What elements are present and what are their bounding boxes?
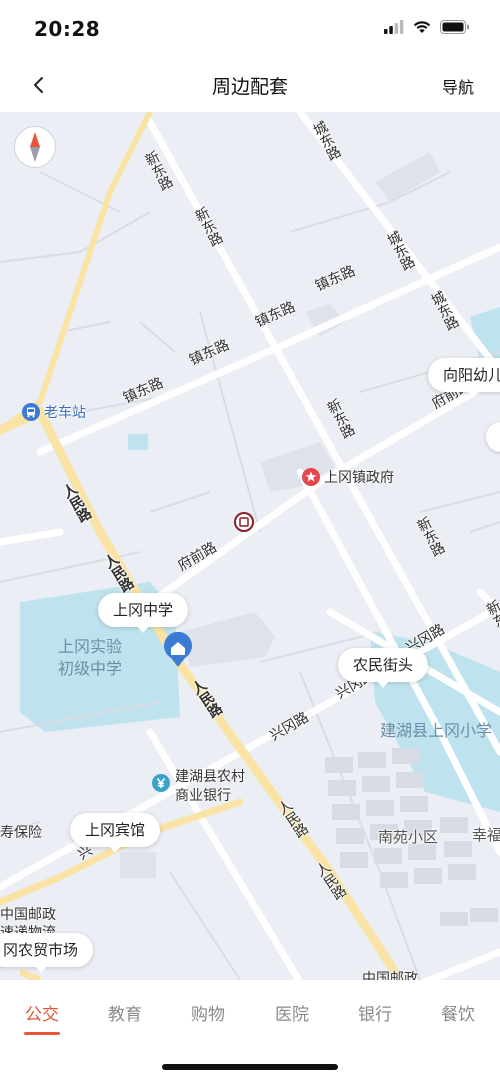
- navigate-button[interactable]: 导航: [442, 74, 474, 98]
- tab-hospital[interactable]: 医院: [262, 1000, 322, 1025]
- tab-bus[interactable]: 公交: [12, 1000, 72, 1025]
- post-office-label: 中国邮政: [0, 907, 56, 923]
- category-tab-bar: 公交 教育 购物 医院 银行 餐饮: [0, 980, 500, 1042]
- insurance-label: 寿保险: [0, 825, 42, 841]
- hotel-bubble[interactable]: 上冈宾馆: [70, 813, 161, 853]
- tab-shopping[interactable]: 购物: [178, 1000, 238, 1025]
- home-indicator[interactable]: [162, 1064, 338, 1070]
- town-government-label: 上冈镇政府: [324, 470, 394, 486]
- active-tab-indicator: [24, 1032, 60, 1035]
- bus-icon: [22, 403, 40, 421]
- kindergarten-bubble[interactable]: 向阳幼儿: [428, 358, 500, 398]
- compass-button[interactable]: [14, 126, 56, 168]
- tab-education[interactable]: 教育: [95, 1000, 155, 1025]
- bank-label: 建湖县农村 商业银行: [175, 769, 245, 804]
- nav-bar: 周边配套 导航: [0, 56, 500, 112]
- subway-icon: [234, 512, 254, 532]
- battery-icon: [440, 20, 469, 34]
- primary-school-area-label: 建湖县上冈小学: [380, 721, 493, 740]
- status-icons: [384, 20, 470, 34]
- signal-icon: [384, 20, 404, 34]
- bank-poi[interactable]: 建湖县农村 商业银行: [152, 768, 245, 806]
- tab-bank[interactable]: 银行: [345, 1000, 405, 1025]
- xingfu-label: 幸福: [472, 826, 500, 844]
- home-marker-icon[interactable]: [162, 632, 194, 668]
- page-title: 周边配套: [211, 76, 288, 98]
- status-time: 20:28: [34, 17, 101, 41]
- market-street-bubble[interactable]: 农民街头: [338, 648, 429, 688]
- status-bar: 20:28: [0, 0, 500, 56]
- tab-dining[interactable]: 餐饮: [428, 1000, 488, 1025]
- nanyuan-label: 南苑小区: [378, 828, 439, 846]
- bus-station-label: 老车站: [44, 405, 86, 421]
- school-area-label: 上冈实验 初级中学: [58, 637, 123, 678]
- compass-icon: [30, 132, 40, 162]
- school-bubble[interactable]: 上冈中学: [98, 593, 189, 633]
- star-icon: [302, 468, 320, 486]
- farm-market-bubble[interactable]: 冈农贸市场: [0, 933, 94, 973]
- map-view[interactable]: 新东路 新东路 新东路 新东路 新东 城东路 城东路 城东路 镇东路 镇东路 镇…: [0, 112, 500, 980]
- town-government-poi[interactable]: 上冈镇政府: [302, 467, 394, 487]
- post-office-label-2: 中国邮政: [362, 971, 418, 980]
- bus-station-poi[interactable]: 老车站: [22, 402, 86, 422]
- wifi-icon: [413, 21, 431, 33]
- yen-icon: [152, 774, 170, 792]
